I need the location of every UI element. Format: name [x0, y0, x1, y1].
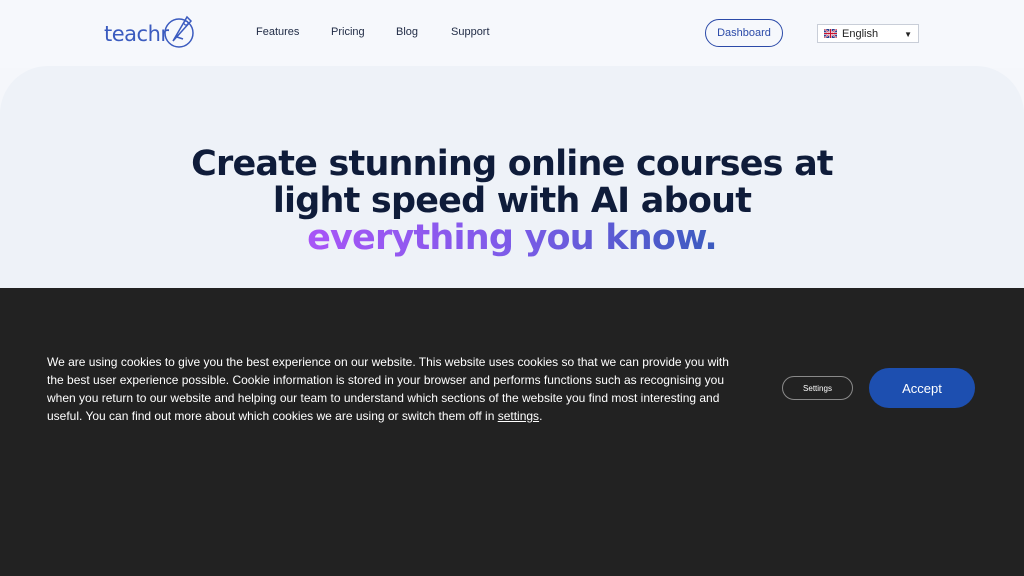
accept-button[interactable]: Accept	[869, 368, 975, 408]
nav-blog[interactable]: Blog	[396, 26, 418, 38]
cookie-message-text: We are using cookies to give you the bes…	[47, 355, 729, 423]
nav-pricing[interactable]: Pricing	[331, 26, 365, 38]
uk-flag-icon	[824, 29, 837, 38]
chevron-down-icon: ▼	[904, 30, 912, 39]
logo[interactable]: teachr	[104, 12, 197, 56]
hero-title-line2: light speed with AI about	[272, 181, 752, 221]
rocket-icon	[163, 15, 194, 48]
cookie-message-suffix: .	[539, 409, 543, 423]
language-label: English	[842, 27, 879, 40]
cookie-message: We are using cookies to give you the bes…	[47, 353, 747, 425]
hero-title: Create stunning online courses at light …	[0, 146, 1024, 257]
language-select[interactable]: English ▼	[817, 24, 919, 43]
cookie-settings-link[interactable]: settings	[498, 409, 539, 423]
hero-title-highlight: everything you know.	[307, 218, 718, 258]
nav-support[interactable]: Support	[451, 26, 490, 38]
site-header: teachr Features Pricing Blog Support Das…	[0, 0, 1024, 68]
cookie-banner: We are using cookies to give you the bes…	[0, 288, 1024, 576]
logo-text: teachr	[104, 22, 169, 46]
hero-title-line1: Create stunning online courses at	[191, 144, 834, 184]
nav-features[interactable]: Features	[256, 26, 299, 38]
settings-button[interactable]: Settings	[782, 376, 853, 400]
dashboard-button[interactable]: Dashboard	[705, 19, 783, 47]
